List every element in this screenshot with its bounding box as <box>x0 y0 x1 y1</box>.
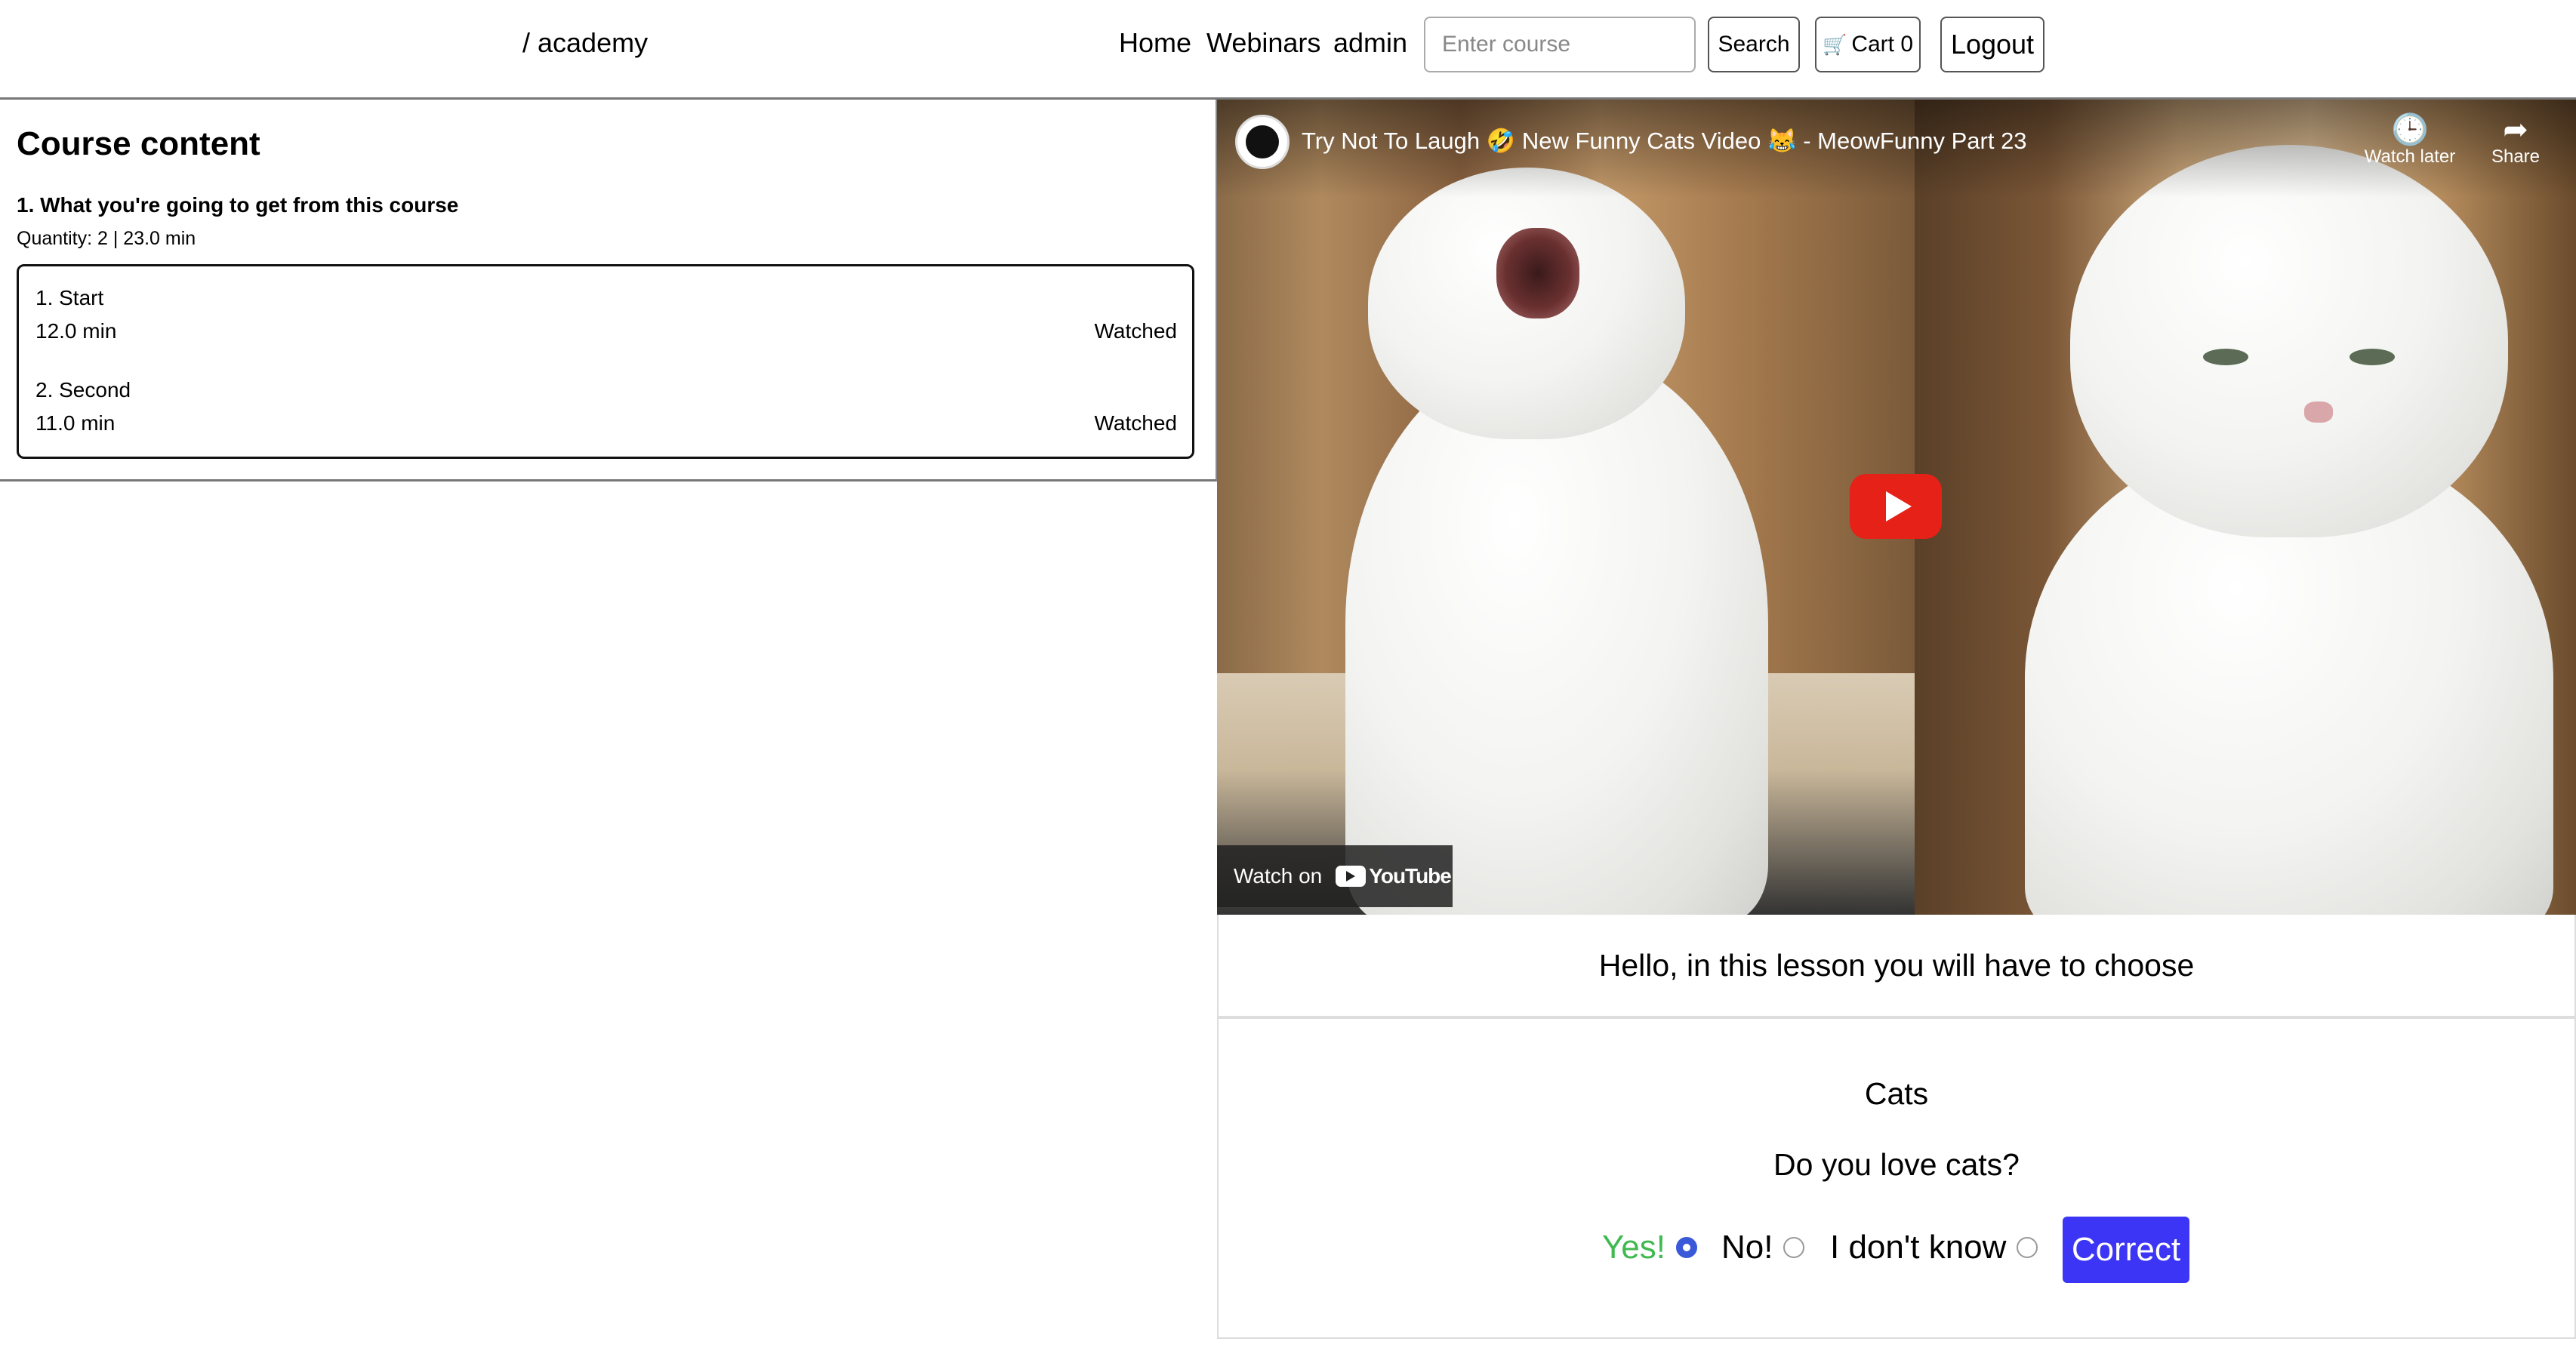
answer-radio[interactable] <box>1783 1237 1805 1258</box>
brand-logo[interactable]: / academy <box>522 27 648 59</box>
answer-radio[interactable] <box>2017 1237 2038 1258</box>
answer-label: Yes! <box>1602 1229 1666 1266</box>
course-content-panel: Course content 1. What you're going to g… <box>0 100 1217 482</box>
cat-avatar-icon <box>1246 125 1279 158</box>
nav-webinars-link[interactable]: Webinars <box>1206 27 1320 59</box>
cat-right-eye <box>2350 349 2395 365</box>
lesson-item[interactable]: 2. Second 11.0 min Watched <box>35 378 1177 448</box>
lesson-status: Watched <box>1094 411 1177 435</box>
logout-button[interactable]: Logout <box>1940 17 2044 72</box>
quiz-card: Cats Do you love cats? Yes! No! I don't … <box>1217 1017 2576 1339</box>
answer-label: No! <box>1721 1229 1773 1266</box>
clock-icon: 🕒 <box>2391 113 2429 146</box>
cart-button[interactable]: 🛒 Cart 0 <box>1815 17 1921 72</box>
course-search-input[interactable] <box>1424 17 1696 72</box>
channel-avatar[interactable] <box>1235 115 1290 169</box>
cat-right-nose <box>2304 402 2333 423</box>
answer-yes[interactable]: Yes! <box>1602 1229 1698 1266</box>
watch-on-label: Watch on <box>1234 864 1323 888</box>
correct-result-button[interactable]: Correct <box>2063 1217 2189 1283</box>
cat-right-head <box>2070 145 2508 537</box>
answer-dont-know[interactable]: I don't know <box>1830 1229 2038 1266</box>
share-button[interactable]: ➦ Share <box>2463 113 2568 168</box>
share-icon: ➦ <box>2503 113 2528 146</box>
lesson-name: 1. Start <box>35 286 104 309</box>
watch-later-button[interactable]: 🕒 Watch later <box>2357 113 2463 168</box>
nav-user-link[interactable]: admin <box>1333 27 1407 59</box>
section-title[interactable]: 1. What you're going to get from this co… <box>17 193 458 217</box>
nav-home-link[interactable]: Home <box>1119 27 1191 59</box>
video-player[interactable]: Try Not To Laugh 🤣 New Funny Cats Video … <box>1217 100 2576 915</box>
answer-label: I don't know <box>1830 1229 2007 1266</box>
video-title[interactable]: Try Not To Laugh 🤣 New Funny Cats Video … <box>1302 127 2027 155</box>
share-label: Share <box>2491 146 2541 167</box>
top-navbar: / academy Home Webinars admin Search 🛒 C… <box>0 0 2576 100</box>
lesson-intro-text: Hello, in this lesson you will have to c… <box>1217 915 2576 1017</box>
section-meta: Quantity: 2 | 23.0 min <box>17 228 196 249</box>
answer-no[interactable]: No! <box>1721 1229 1805 1266</box>
watch-on-youtube-button[interactable]: Watch on YouTube <box>1217 845 1453 907</box>
lesson-item[interactable]: 1. Start 12.0 min Watched <box>35 286 1177 355</box>
quiz-title: Cats <box>1864 1076 1929 1111</box>
watch-later-label: Watch later <box>2364 146 2456 167</box>
cat-right-eye <box>2203 349 2248 365</box>
quiz-question: Do you love cats? <box>1773 1147 2020 1182</box>
youtube-logo-icon: YouTube <box>1336 864 1452 888</box>
answer-radio[interactable] <box>1676 1237 1698 1258</box>
lessons-list: 1. Start 12.0 min Watched 2. Second 11.0… <box>17 264 1194 459</box>
lesson-name: 2. Second <box>35 378 131 402</box>
search-button[interactable]: Search <box>1708 17 1800 72</box>
play-button[interactable] <box>1850 474 1942 539</box>
lesson-duration: 12.0 min <box>35 319 117 343</box>
cat-left-mouth <box>1496 228 1579 318</box>
course-content-title: Course content <box>17 125 260 162</box>
play-icon <box>1886 491 1912 522</box>
cart-icon: 🛒 <box>1822 32 1847 56</box>
lesson-duration: 11.0 min <box>35 411 116 435</box>
cart-label: Cart 0 <box>1851 32 1914 57</box>
lesson-status: Watched <box>1094 319 1177 343</box>
